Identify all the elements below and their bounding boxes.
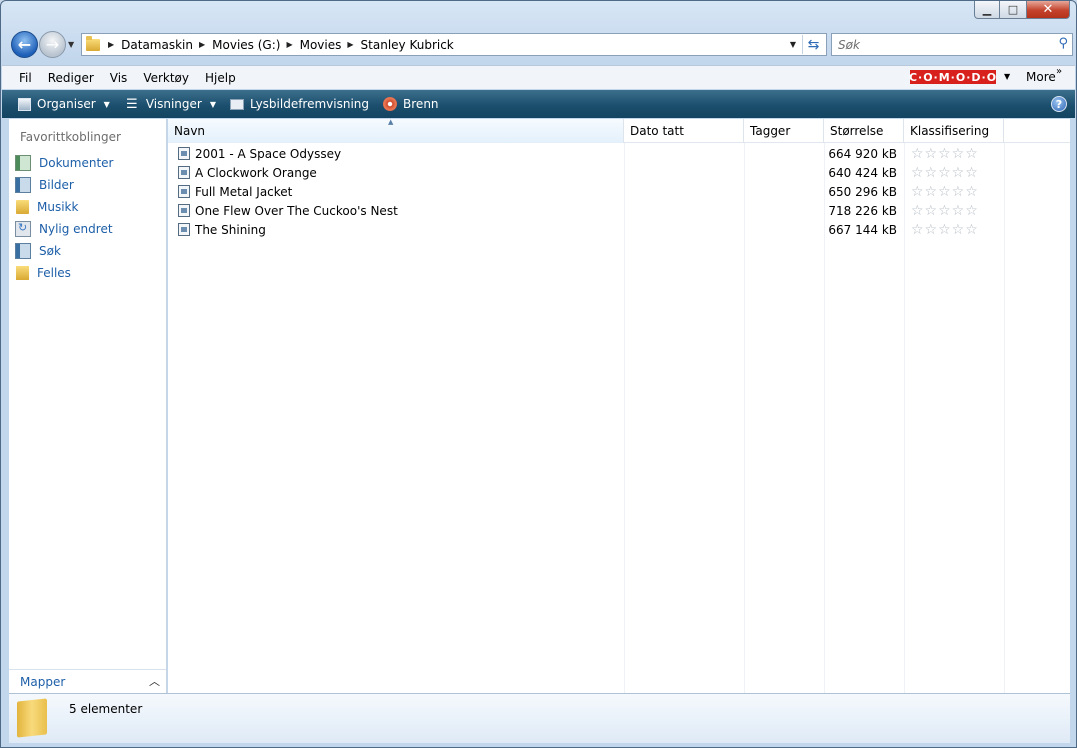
rating-stars[interactable]: ☆☆☆☆☆ (911, 222, 979, 238)
forward-arrow-icon: → (45, 35, 60, 54)
comodo-logo[interactable]: C·O·M·O·D·O (909, 70, 996, 84)
breadcrumb-datamaskin[interactable]: ▶ Datamaskin (108, 38, 193, 52)
recent-icon (15, 221, 31, 237)
video-file-icon (178, 223, 190, 236)
forward-button[interactable]: → (39, 31, 66, 58)
public-folder-icon (16, 266, 29, 280)
details-pane: 5 elementer (9, 693, 1070, 743)
table-row[interactable]: The Shining 667 144 kB ☆☆☆☆☆ (168, 220, 1070, 239)
breadcrumb-stanley-kubrick[interactable]: ▶ Stanley Kubrick (347, 38, 453, 52)
pictures-icon (15, 177, 31, 193)
more-chevron-icon: » (1056, 66, 1063, 77)
search-input[interactable]: Søk ⚲ (831, 33, 1073, 56)
file-list: Navn ▲ Dato tatt Tagger Størrelse Klassif… (168, 118, 1070, 693)
item-count: 5 elementer (69, 702, 143, 716)
column-header-size[interactable]: Størrelse (824, 119, 904, 143)
views-button[interactable]: ☰ Visninger ▼ (124, 96, 216, 112)
folder-icon (17, 698, 47, 738)
views-icon: ☰ (125, 96, 138, 112)
menu-bar: Fil Rediger Vis Verktøy Hjelp C·O·M·O·D·… (2, 65, 1075, 89)
back-button[interactable]: ← (11, 31, 38, 58)
command-bar: Organiser ▼ ☰ Visninger ▼ Lysbildefremvi… (2, 90, 1075, 118)
menu-rediger[interactable]: Rediger (48, 71, 94, 85)
video-file-icon (178, 147, 190, 160)
search-icon[interactable]: ⚲ (1058, 36, 1068, 51)
nav-item-nylig-endret[interactable]: Nylig endret (15, 218, 113, 240)
music-folder-icon (16, 200, 29, 214)
menu-hjelp[interactable]: Hjelp (205, 71, 236, 85)
favorites-heading: Favorittkoblinger (20, 130, 121, 144)
refresh-icon[interactable]: ⇆ (802, 35, 824, 54)
help-icon[interactable]: ? (1051, 96, 1067, 112)
close-button[interactable]: ✕ (1026, 1, 1070, 19)
address-bar[interactable]: ▶ Datamaskin ▶ Movies (G:) ▶ Movies ▶ Stanle… (81, 33, 827, 56)
explorer-window: ▁ □ ✕ ← → ▼ ▶ Datamaskin ▶ Movies (G:) ▶ Mo… (0, 0, 1077, 748)
video-file-icon (178, 166, 190, 179)
navigation-pane: Favorittkoblinger Dokumenter Bilder Musi… (9, 119, 167, 693)
maximize-button[interactable]: □ (1000, 1, 1026, 19)
nav-item-sok[interactable]: Søk (15, 240, 113, 262)
rating-stars[interactable]: ☆☆☆☆☆ (911, 184, 979, 200)
organise-button[interactable]: Organiser ▼ (18, 97, 110, 111)
comodo-dropdown-icon[interactable]: ▼ (1004, 72, 1010, 81)
nav-item-felles[interactable]: Felles (15, 262, 113, 284)
chevron-up-icon: ︿ (149, 675, 160, 688)
address-dropdown-icon[interactable]: ▼ (790, 40, 796, 49)
organise-icon (18, 97, 31, 111)
breadcrumb-movies-g[interactable]: ▶ Movies (G:) (199, 38, 280, 52)
table-row[interactable]: Full Metal Jacket 650 296 kB ☆☆☆☆☆ (168, 182, 1070, 201)
column-headers: Navn ▲ Dato tatt Tagger Størrelse Klassif… (168, 118, 1070, 143)
column-header-tags[interactable]: Tagger (744, 119, 824, 143)
chevron-right-icon: ▶ (108, 40, 115, 49)
video-file-icon (178, 185, 190, 198)
favorites-list: Dokumenter Bilder Musikk Nylig endret Sø… (15, 152, 113, 284)
chevron-down-icon: ▼ (103, 99, 110, 109)
chevron-right-icon: ▶ (347, 40, 354, 49)
back-arrow-icon: ← (17, 35, 32, 54)
recent-pages-dropdown-icon[interactable]: ▼ (68, 40, 74, 49)
rating-stars[interactable]: ☆☆☆☆☆ (911, 203, 979, 219)
menu-fil[interactable]: Fil (19, 71, 32, 85)
column-header-date[interactable]: Dato tatt (624, 119, 744, 143)
table-row[interactable]: A Clockwork Orange 640 424 kB ☆☆☆☆☆ (168, 163, 1070, 182)
folder-icon (86, 35, 100, 51)
folders-toggle[interactable]: Mapper ︿ (9, 669, 166, 693)
rating-stars[interactable]: ☆☆☆☆☆ (911, 146, 979, 162)
video-file-icon (178, 204, 190, 217)
burn-disc-icon (383, 97, 398, 111)
nav-item-bilder[interactable]: Bilder (15, 174, 113, 196)
breadcrumb-movies[interactable]: ▶ Movies (286, 38, 341, 52)
column-header-rating[interactable]: Klassifisering (904, 119, 1004, 143)
burn-button[interactable]: Brenn (383, 97, 439, 111)
nav-item-dokumenter[interactable]: Dokumenter (15, 152, 113, 174)
table-row[interactable]: One Flew Over The Cuckoo's Nest 718 226 … (168, 201, 1070, 220)
rating-stars[interactable]: ☆☆☆☆☆ (911, 165, 979, 181)
file-rows: 2001 - A Space Odyssey 664 920 kB ☆☆☆☆☆ … (168, 144, 1070, 239)
slideshow-icon (229, 98, 244, 110)
caption-buttons: ▁ □ ✕ (974, 1, 1070, 19)
menu-vis[interactable]: Vis (110, 71, 128, 85)
sort-ascending-icon: ▲ (388, 118, 394, 126)
chevron-right-icon: ▶ (199, 40, 206, 49)
column-header-name[interactable]: Navn ▲ (168, 118, 624, 143)
chevron-right-icon: ▶ (286, 40, 293, 49)
more-button[interactable]: More (1026, 70, 1056, 84)
nav-item-musikk[interactable]: Musikk (15, 196, 113, 218)
table-row[interactable]: 2001 - A Space Odyssey 664 920 kB ☆☆☆☆☆ (168, 144, 1070, 163)
menu-verktoy[interactable]: Verktøy (143, 71, 189, 85)
chevron-down-icon: ▼ (209, 99, 216, 109)
minimize-button[interactable]: ▁ (974, 1, 1000, 19)
searches-icon (15, 243, 31, 259)
documents-icon (15, 155, 31, 171)
slideshow-button[interactable]: Lysbildefremvisning (229, 97, 369, 111)
address-row: ← → ▼ ▶ Datamaskin ▶ Movies (G:) ▶ Movies ▶… (9, 30, 1073, 60)
